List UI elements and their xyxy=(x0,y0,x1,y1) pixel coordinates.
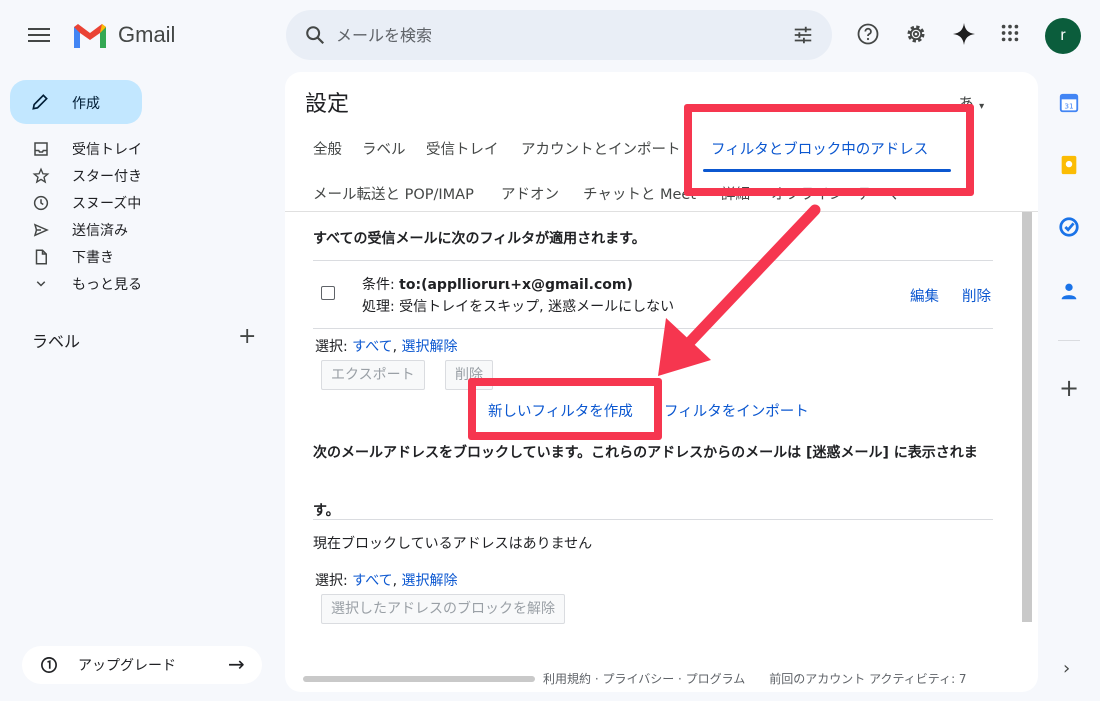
labels-heading: ラベル xyxy=(32,332,81,351)
pencil-icon xyxy=(32,94,48,110)
star-icon xyxy=(32,167,50,184)
apps-grid-icon[interactable] xyxy=(999,22,1021,44)
account-avatar[interactable]: r xyxy=(1045,18,1081,54)
svg-text:31: 31 xyxy=(1064,102,1073,111)
select-all-link[interactable]: すべて xyxy=(352,573,392,589)
filter-condition-value: to:(applliorurι+x@gmail.com) xyxy=(399,277,633,293)
divider xyxy=(313,328,993,329)
help-icon[interactable] xyxy=(856,22,880,46)
dropdown-caret-icon: ▾ xyxy=(979,101,985,112)
import-filters-link[interactable]: フィルタをインポート xyxy=(664,400,809,421)
sidebar-item-label: 送信済み xyxy=(72,223,128,239)
upgrade-label: アップグレード xyxy=(78,658,176,674)
horizontal-scrollbar[interactable] xyxy=(303,676,535,682)
export-button[interactable]: エクスポート xyxy=(321,360,425,390)
contacts-icon[interactable] xyxy=(1058,280,1080,302)
top-bar: Gmail r xyxy=(0,0,1100,72)
sidebar-item-snoozed[interactable]: スヌーズ中 xyxy=(0,190,280,217)
highlight-box-tab xyxy=(684,104,974,196)
unblock-selected-button[interactable]: 選択したアドレスのブロックを解除 xyxy=(321,594,565,624)
sidebar-nav: 受信トレイ スター付き スヌーズ中 送信済み 下書き もっと見る xyxy=(0,136,280,298)
divider xyxy=(313,260,993,261)
select-label: 選択: xyxy=(315,339,353,355)
search-options-icon[interactable] xyxy=(792,24,814,46)
sidebar-item-label: 受信トレイ xyxy=(72,142,142,158)
add-label-icon[interactable]: + xyxy=(238,326,256,348)
vertical-scrollbar[interactable] xyxy=(1022,212,1032,622)
tabs-divider xyxy=(285,211,1038,212)
filters-heading: すべての受信メールに次のフィルタが適用されます。 xyxy=(313,231,646,247)
gmail-brand-text[interactable]: Gmail xyxy=(118,22,175,48)
sidebar-item-sent[interactable]: 送信済み xyxy=(0,217,280,244)
gemini-sparkle-icon[interactable] xyxy=(952,22,976,46)
filter-condition-label: 条件: xyxy=(362,277,400,293)
upgrade-button[interactable]: アップグレード → xyxy=(22,646,262,684)
sidebar-item-label: もっと見る xyxy=(72,277,142,293)
search-bar[interactable] xyxy=(286,10,832,60)
rail-divider xyxy=(1058,340,1080,341)
send-icon xyxy=(33,223,49,237)
chevron-right-icon[interactable]: › xyxy=(1063,658,1070,679)
select-none-link[interactable]: 選択解除 xyxy=(402,573,458,589)
sidebar-item-starred[interactable]: スター付き xyxy=(0,163,280,190)
delete-filter-link[interactable]: 削除 xyxy=(962,285,991,306)
upgrade-icon xyxy=(41,657,57,673)
compose-button[interactable]: 作成 xyxy=(10,80,142,124)
sidebar-item-label: スヌーズ中 xyxy=(72,196,142,212)
select-label: 選択: xyxy=(315,573,353,589)
filter-select-line: 選択: すべて, 選択解除 xyxy=(315,339,458,355)
blocked-select-line: 選択: すべて, 選択解除 xyxy=(315,573,458,589)
chevron-down-icon xyxy=(36,281,46,287)
highlight-box-new-filter xyxy=(468,378,662,440)
filter-row-checkbox[interactable] xyxy=(321,286,335,300)
blocked-addresses-heading: 次のメールアドレスをブロックしています。これらのアドレスからのメールは [迷惑メ… xyxy=(313,445,978,519)
tab-general[interactable]: 全般 xyxy=(313,138,342,159)
sidebar-item-drafts[interactable]: 下書き xyxy=(0,244,280,271)
tab-forwarding-pop-imap[interactable]: メール転送と POP/IMAP xyxy=(313,183,474,204)
clock-icon xyxy=(33,195,49,211)
sidebar-item-more[interactable]: もっと見る xyxy=(0,271,280,298)
tasks-icon[interactable] xyxy=(1058,216,1080,238)
arrow-right-icon: → xyxy=(228,652,245,676)
sidebar-item-label: スター付き xyxy=(72,169,142,185)
search-input[interactable] xyxy=(336,22,756,48)
sidebar-item-inbox[interactable]: 受信トレイ xyxy=(0,136,280,163)
settings-gear-icon[interactable] xyxy=(904,22,928,46)
calendar-icon[interactable]: 31 xyxy=(1058,92,1080,114)
compose-label: 作成 xyxy=(72,96,100,112)
sidebar-item-label: 下書き xyxy=(72,250,114,266)
tab-inbox[interactable]: 受信トレイ xyxy=(426,138,499,159)
filter-action: 処理: 受信トレイをスキップ, 迷惑メールにしない xyxy=(362,296,674,316)
tab-labels[interactable]: ラベル xyxy=(362,138,406,159)
inbox-icon xyxy=(34,142,48,156)
divider xyxy=(313,519,993,520)
page-title: 設定 xyxy=(305,92,350,117)
main-menu-icon[interactable] xyxy=(28,24,50,46)
filter-action-label: 処理: xyxy=(362,299,400,315)
keep-icon[interactable] xyxy=(1058,154,1080,176)
footer-links: 利用規約 · プライバシー · プログラム 前回のアカウント アクティビティ: … xyxy=(543,672,967,686)
draft-file-icon xyxy=(35,249,47,265)
filter-condition: 条件: to:(applliorurι+x@gmail.com) xyxy=(362,274,633,294)
search-icon[interactable] xyxy=(304,24,326,46)
select-all-link[interactable]: すべて xyxy=(352,339,392,355)
filter-action-value: 受信トレイをスキップ, 迷惑メールにしない xyxy=(399,299,675,315)
select-none-link[interactable]: 選択解除 xyxy=(402,339,458,355)
edit-filter-link[interactable]: 編集 xyxy=(910,285,939,306)
tab-addons[interactable]: アドオン xyxy=(501,183,559,204)
no-blocked-text: 現在ブロックしているアドレスはありません xyxy=(313,536,593,552)
tab-accounts-import[interactable]: アカウントとインポート xyxy=(521,138,683,159)
gmail-logo-icon[interactable] xyxy=(72,22,108,50)
get-addons-icon[interactable]: + xyxy=(1059,376,1079,400)
